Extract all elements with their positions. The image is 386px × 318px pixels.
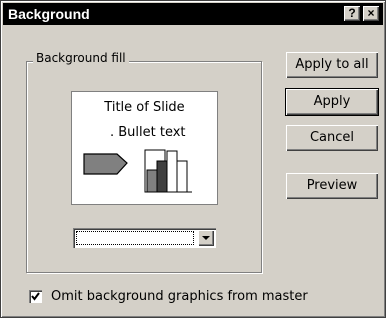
cancel-button[interactable]: Cancel bbox=[286, 125, 378, 151]
apply-button[interactable]: Apply bbox=[285, 88, 379, 116]
slide-preview: Title of Slide . Bullet text bbox=[71, 91, 218, 205]
preview-bar-chart-icon bbox=[144, 149, 192, 193]
dialog-title: Background bbox=[8, 6, 90, 22]
omit-graphics-checkbox[interactable] bbox=[29, 290, 42, 303]
title-bar[interactable]: Background ? × bbox=[3, 3, 383, 25]
apply-to-all-button[interactable]: Apply to all bbox=[286, 52, 378, 78]
omit-graphics-label[interactable]: Omit background graphics from master bbox=[51, 289, 308, 304]
combo-value bbox=[76, 231, 194, 245]
background-color-combo[interactable] bbox=[73, 228, 216, 248]
preview-button[interactable]: Preview bbox=[286, 173, 378, 199]
combo-dropdown-button[interactable] bbox=[198, 230, 214, 246]
close-button[interactable]: × bbox=[363, 6, 379, 21]
preview-graphics bbox=[83, 149, 192, 193]
preview-arrow-shape bbox=[83, 153, 128, 175]
help-button[interactable]: ? bbox=[344, 6, 360, 21]
background-dialog: Background ? × Background fill Title of … bbox=[0, 0, 386, 318]
chevron-down-icon bbox=[202, 236, 210, 240]
checkmark-icon bbox=[31, 292, 40, 301]
background-fill-label: Background fill bbox=[33, 51, 129, 65]
